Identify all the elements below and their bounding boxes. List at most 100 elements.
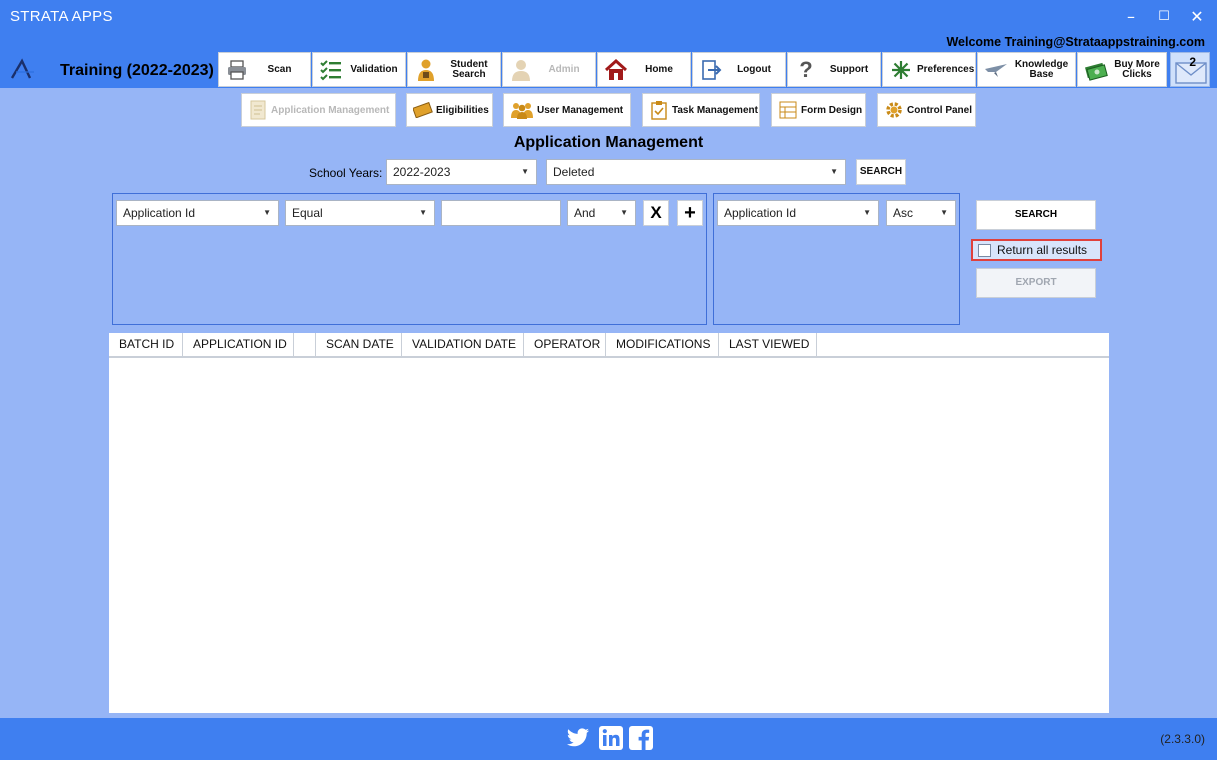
school-years-label: School Years:	[309, 166, 383, 180]
student-search-label: Student Search	[450, 58, 488, 80]
logout-label: Logout	[737, 63, 771, 75]
page-title: Application Management	[513, 134, 704, 151]
printer-icon	[225, 58, 249, 82]
money-icon	[1084, 58, 1108, 82]
sort-direction-select[interactable]: Asc ▼	[886, 200, 956, 226]
student-search-button[interactable]: Student Search	[407, 52, 501, 87]
return-all-results-checkbox[interactable]: Return all results	[971, 239, 1102, 261]
school-year-value: 2022-2023	[393, 165, 451, 179]
home-button[interactable]: Home	[597, 52, 691, 87]
support-label: Support	[829, 63, 869, 75]
return-all-results-label: Return all results	[997, 243, 1088, 257]
status-select[interactable]: Deleted ▼	[546, 159, 846, 185]
preferences-button[interactable]: Preferences	[882, 52, 976, 87]
chevron-down-icon: ▼	[940, 208, 948, 217]
export-button[interactable]: EXPORT	[976, 268, 1096, 298]
question-icon: ?	[799, 56, 813, 82]
chevron-down-icon: ▼	[830, 167, 838, 176]
clipboard-icon	[649, 100, 669, 120]
form-design-label: Form Design	[801, 104, 863, 116]
strata-logo-icon	[10, 58, 34, 79]
sort-direction-value: Asc	[893, 206, 914, 220]
column-operator[interactable]: OPERATOR	[524, 333, 606, 356]
sort-field-value: Application Id	[724, 206, 797, 220]
document-icon	[248, 100, 268, 120]
knowledge-base-button[interactable]: Knowledge Base	[977, 52, 1076, 87]
linkedin-icon[interactable]	[598, 725, 624, 751]
top-search-button[interactable]: SEARCH	[856, 159, 906, 185]
grid-header: BATCH ID APPLICATION ID SCAN DATE VALIDA…	[109, 333, 1109, 358]
admin-label: Admin	[548, 63, 580, 75]
control-panel-label: Control Panel	[907, 104, 973, 116]
application-management-button[interactable]: Application Management	[241, 93, 396, 127]
validation-button[interactable]: Validation	[312, 52, 406, 87]
scan-button[interactable]: Scan	[218, 52, 311, 87]
column-unnamed[interactable]	[294, 333, 316, 356]
control-panel-button[interactable]: Control Panel	[877, 93, 976, 127]
close-icon[interactable]: ✕	[1186, 6, 1208, 28]
column-last-viewed[interactable]: LAST VIEWED	[719, 333, 817, 356]
mail-count: 2	[1189, 55, 1196, 69]
column-scan-date[interactable]: SCAN DATE	[316, 333, 402, 356]
filter-conjunction-value: And	[574, 206, 596, 220]
version-label: (2.3.3.0)	[1160, 732, 1205, 746]
task-management-button[interactable]: Task Management	[642, 93, 760, 127]
minimize-icon[interactable]: –	[1120, 6, 1142, 28]
mail-button[interactable]: 2	[1170, 52, 1210, 87]
buy-more-clicks-label: Buy More Clicks	[1114, 58, 1160, 80]
remove-filter-button[interactable]: X	[643, 200, 669, 226]
user-management-label: User Management	[537, 104, 624, 116]
chevron-down-icon: ▼	[521, 167, 529, 176]
eligibilities-button[interactable]: Eligibilities	[406, 93, 493, 127]
column-batch-id[interactable]: BATCH ID	[109, 333, 183, 356]
validation-label: Validation	[350, 63, 398, 75]
form-icon	[778, 100, 798, 120]
admin-button[interactable]: Admin	[502, 52, 596, 87]
preferences-label: Preferences	[917, 63, 975, 75]
plus-icon: +	[684, 202, 696, 224]
chevron-down-icon: ▼	[620, 208, 628, 217]
coupon-icon	[413, 100, 433, 120]
column-validation-date[interactable]: VALIDATION DATE	[402, 333, 524, 356]
application-management-label: Application Management	[271, 104, 390, 116]
app-title: STRATA APPS	[10, 8, 113, 25]
buy-more-clicks-button[interactable]: Buy More Clicks	[1077, 52, 1167, 87]
facebook-icon[interactable]	[628, 725, 654, 751]
welcome-message: Welcome Training@Strataappstraining.com	[946, 35, 1205, 49]
user-management-button[interactable]: User Management	[503, 93, 631, 127]
column-modifications[interactable]: MODIFICATIONS	[606, 333, 719, 356]
school-year-select[interactable]: 2022-2023 ▼	[386, 159, 537, 185]
brand-area: Training (2022-2023)	[0, 52, 215, 88]
close-icon: X	[650, 203, 662, 222]
checklist-icon	[319, 58, 343, 82]
home-label: Home	[645, 63, 673, 75]
checkbox-box[interactable]	[978, 244, 991, 257]
admin-icon	[509, 58, 533, 82]
form-design-button[interactable]: Form Design	[771, 93, 866, 127]
logout-button[interactable]: Logout	[692, 52, 786, 87]
results-grid: BATCH ID APPLICATION ID SCAN DATE VALIDA…	[109, 333, 1109, 713]
filter-field-value: Application Id	[123, 206, 196, 220]
twitter-icon[interactable]	[565, 725, 591, 751]
status-value: Deleted	[553, 165, 595, 179]
title-bar: STRATA APPS	[0, 0, 1217, 34]
chevron-down-icon: ▼	[419, 208, 427, 217]
search-button[interactable]: SEARCH	[976, 200, 1096, 230]
plane-icon	[984, 58, 1008, 82]
filter-value-input[interactable]	[441, 200, 561, 226]
sort-field-select[interactable]: Application Id ▼	[717, 200, 879, 226]
gear-icon	[884, 100, 904, 120]
maximize-icon[interactable]: ☐	[1153, 6, 1175, 28]
logout-icon	[699, 58, 723, 82]
chevron-down-icon: ▼	[863, 208, 871, 217]
chevron-down-icon: ▼	[263, 208, 271, 217]
filter-operator-select[interactable]: Equal ▼	[285, 200, 435, 226]
support-button[interactable]: ? Support	[787, 52, 881, 87]
users-icon	[510, 100, 534, 120]
add-filter-button[interactable]: +	[677, 200, 703, 226]
column-application-id[interactable]: APPLICATION ID	[183, 333, 294, 356]
filter-conjunction-select[interactable]: And ▼	[567, 200, 636, 226]
knowledge-base-label: Knowledge Base	[1014, 58, 1069, 80]
filter-operator-value: Equal	[292, 206, 323, 220]
filter-field-select[interactable]: Application Id ▼	[116, 200, 279, 226]
